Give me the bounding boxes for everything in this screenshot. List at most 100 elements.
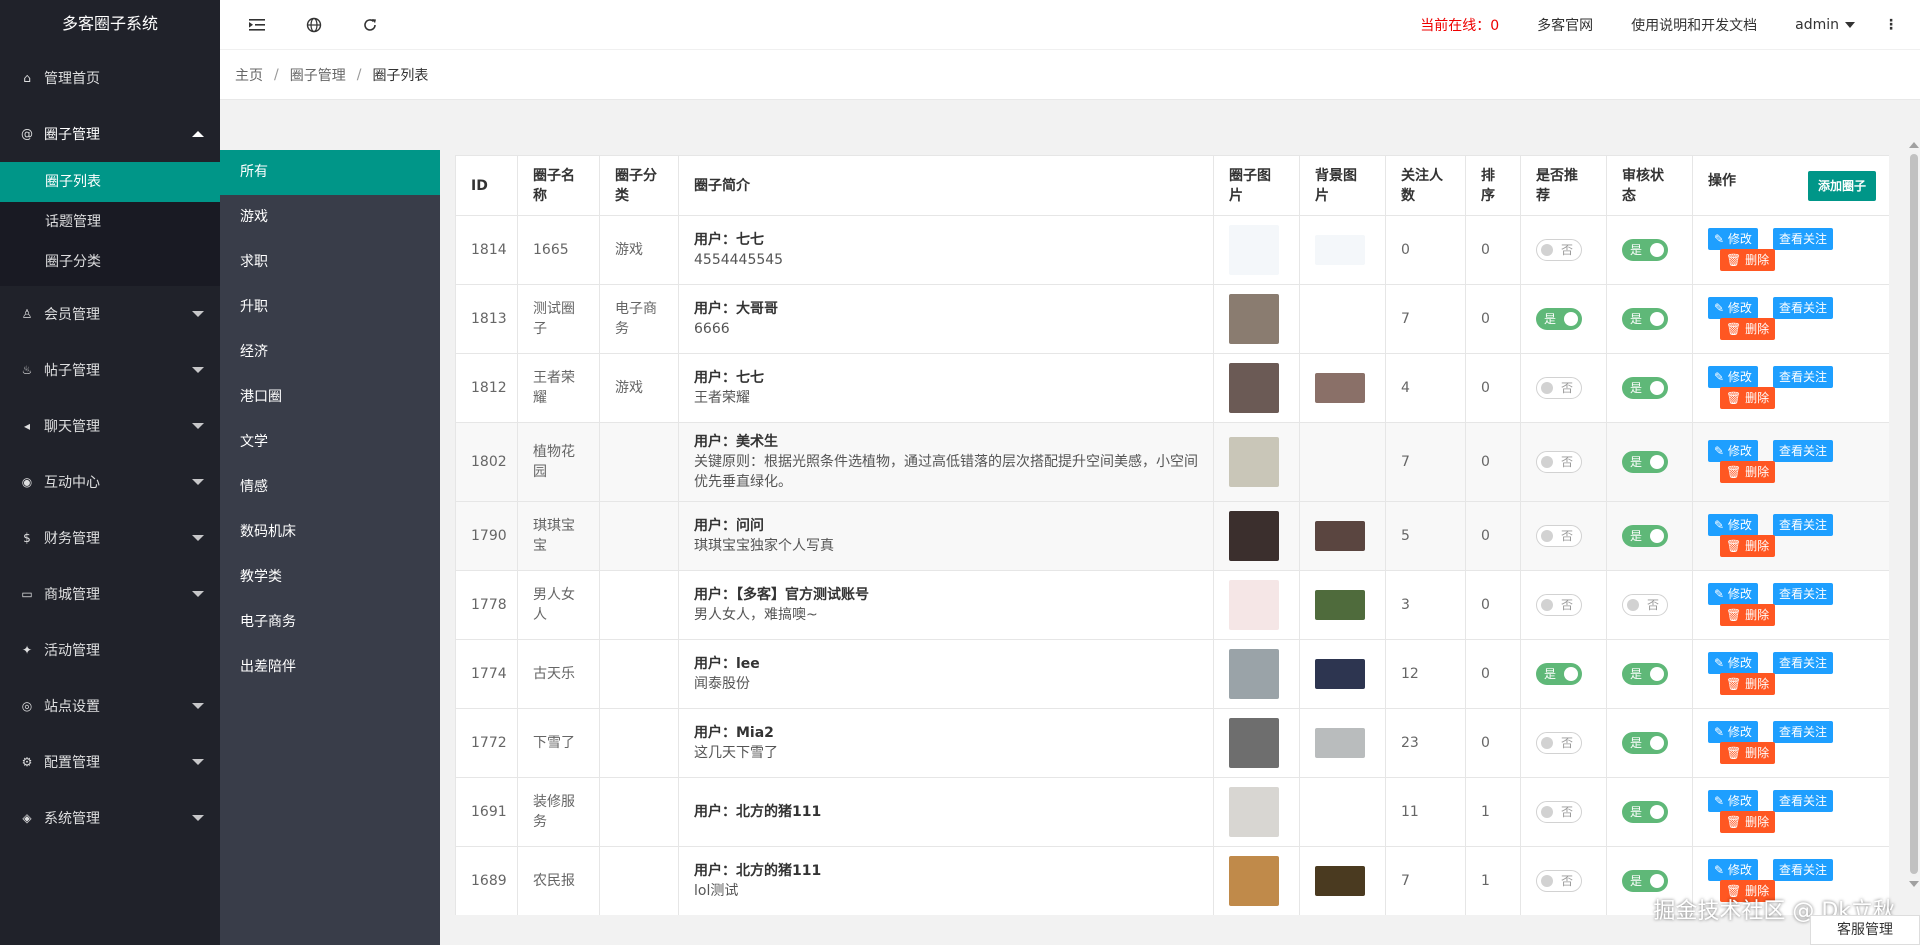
- delete-button[interactable]: 🗑 删除: [1720, 318, 1776, 340]
- background-image[interactable]: [1315, 590, 1365, 620]
- delete-button[interactable]: 🗑 删除: [1720, 387, 1776, 409]
- circle-image[interactable]: [1229, 787, 1279, 837]
- review-toggle[interactable]: 是: [1622, 377, 1668, 399]
- sidebar-item-8[interactable]: ✦ 活动管理: [0, 622, 220, 678]
- recommend-toggle[interactable]: 是: [1536, 663, 1582, 685]
- circle-image[interactable]: [1229, 580, 1279, 630]
- sidebar-item-5[interactable]: ◉ 互动中心: [0, 454, 220, 510]
- edit-button[interactable]: ✎ 修改: [1708, 228, 1758, 250]
- sidebar-item-4[interactable]: ◂ 聊天管理: [0, 398, 220, 454]
- review-toggle[interactable]: 是: [1622, 663, 1668, 685]
- edit-button[interactable]: ✎ 修改: [1708, 790, 1758, 812]
- vertical-scrollbar[interactable]: [1908, 142, 1919, 887]
- recommend-toggle[interactable]: 是: [1536, 308, 1582, 330]
- circle-image[interactable]: [1229, 856, 1279, 906]
- view-followers-button[interactable]: 查看关注: [1773, 859, 1834, 881]
- more-menu-icon[interactable]: ⋮: [1874, 17, 1920, 33]
- view-followers-button[interactable]: 查看关注: [1773, 514, 1834, 536]
- category-item[interactable]: 求职: [220, 240, 440, 285]
- category-item[interactable]: 教学类: [220, 555, 440, 600]
- background-image[interactable]: [1315, 866, 1365, 896]
- scroll-up-icon[interactable]: [1909, 142, 1919, 148]
- breadcrumb-circle-manage[interactable]: 圈子管理: [290, 65, 346, 85]
- recommend-toggle[interactable]: 否: [1536, 525, 1582, 547]
- edit-button[interactable]: ✎ 修改: [1708, 297, 1758, 319]
- sidebar-subitem-0[interactable]: 圈子列表: [0, 162, 220, 202]
- scroll-thumb[interactable]: [1910, 154, 1918, 874]
- sidebar-subitem-2[interactable]: 圈子分类: [0, 242, 220, 282]
- background-image[interactable]: [1315, 235, 1365, 265]
- recommend-toggle[interactable]: 否: [1536, 870, 1582, 892]
- review-toggle[interactable]: 是: [1622, 870, 1668, 892]
- sidebar-item-0[interactable]: ⌂ 管理首页: [0, 50, 220, 106]
- background-image[interactable]: [1315, 373, 1365, 403]
- breadcrumb-home[interactable]: 主页: [235, 65, 263, 85]
- edit-button[interactable]: ✎ 修改: [1708, 366, 1758, 388]
- edit-button[interactable]: ✎ 修改: [1708, 583, 1758, 605]
- review-toggle[interactable]: 是: [1622, 801, 1668, 823]
- delete-button[interactable]: 🗑 删除: [1720, 249, 1776, 271]
- review-toggle[interactable]: 是: [1622, 308, 1668, 330]
- circle-image[interactable]: [1229, 294, 1279, 344]
- recommend-toggle[interactable]: 否: [1536, 594, 1582, 616]
- sidebar-item-10[interactable]: ⚙ 配置管理: [0, 734, 220, 790]
- background-image[interactable]: [1315, 659, 1365, 689]
- edit-button[interactable]: ✎ 修改: [1708, 859, 1758, 881]
- sidebar-item-2[interactable]: ♙ 会员管理: [0, 286, 220, 342]
- view-followers-button[interactable]: 查看关注: [1773, 366, 1834, 388]
- view-followers-button[interactable]: 查看关注: [1773, 440, 1834, 462]
- circle-image[interactable]: [1229, 225, 1279, 275]
- delete-button[interactable]: 🗑 删除: [1720, 604, 1776, 626]
- docs-link[interactable]: 使用说明和开发文档: [1612, 15, 1776, 35]
- delete-button[interactable]: 🗑 删除: [1720, 742, 1776, 764]
- category-item[interactable]: 电子商务: [220, 600, 440, 645]
- background-image[interactable]: [1315, 521, 1365, 551]
- category-item[interactable]: 出差陪伴: [220, 645, 440, 690]
- official-site-link[interactable]: 多客官网: [1518, 15, 1612, 35]
- category-item[interactable]: 经济: [220, 330, 440, 375]
- view-followers-button[interactable]: 查看关注: [1773, 721, 1834, 743]
- user-menu[interactable]: admin: [1776, 17, 1874, 33]
- recommend-toggle[interactable]: 否: [1536, 239, 1582, 261]
- sidebar-item-6[interactable]: $ 财务管理: [0, 510, 220, 566]
- service-button[interactable]: 客服管理: [1810, 915, 1920, 945]
- view-followers-button[interactable]: 查看关注: [1773, 228, 1834, 250]
- category-item[interactable]: 数码机床: [220, 510, 440, 555]
- view-followers-button[interactable]: 查看关注: [1773, 790, 1834, 812]
- sidebar-item-3[interactable]: ♨ 帖子管理: [0, 342, 220, 398]
- sidebar-item-9[interactable]: ◎ 站点设置: [0, 678, 220, 734]
- refresh-icon[interactable]: [360, 15, 380, 35]
- edit-button[interactable]: ✎ 修改: [1708, 721, 1758, 743]
- review-toggle[interactable]: 是: [1622, 525, 1668, 547]
- view-followers-button[interactable]: 查看关注: [1773, 652, 1834, 674]
- category-item[interactable]: 游戏: [220, 195, 440, 240]
- delete-button[interactable]: 🗑 删除: [1720, 461, 1776, 483]
- category-item[interactable]: 文学: [220, 420, 440, 465]
- edit-button[interactable]: ✎ 修改: [1708, 514, 1758, 536]
- circle-image[interactable]: [1229, 511, 1279, 561]
- recommend-toggle[interactable]: 否: [1536, 377, 1582, 399]
- review-toggle[interactable]: 是: [1622, 451, 1668, 473]
- delete-button[interactable]: 🗑 删除: [1720, 811, 1776, 833]
- circle-image[interactable]: [1229, 363, 1279, 413]
- view-followers-button[interactable]: 查看关注: [1773, 583, 1834, 605]
- globe-icon[interactable]: [304, 15, 324, 35]
- delete-button[interactable]: 🗑 删除: [1720, 673, 1776, 695]
- review-toggle[interactable]: 否: [1622, 594, 1668, 616]
- sidebar-item-11[interactable]: ◈ 系统管理: [0, 790, 220, 846]
- sidebar-item-7[interactable]: ▭ 商城管理: [0, 566, 220, 622]
- circle-image[interactable]: [1229, 718, 1279, 768]
- recommend-toggle[interactable]: 否: [1536, 451, 1582, 473]
- category-item[interactable]: 情感: [220, 465, 440, 510]
- add-circle-button[interactable]: 添加圈子: [1807, 170, 1876, 201]
- circle-image[interactable]: [1229, 437, 1279, 487]
- edit-button[interactable]: ✎ 修改: [1708, 652, 1758, 674]
- edit-button[interactable]: ✎ 修改: [1708, 440, 1758, 462]
- category-item[interactable]: 升职: [220, 285, 440, 330]
- delete-button[interactable]: 🗑 删除: [1720, 535, 1776, 557]
- collapse-menu-icon[interactable]: [247, 15, 267, 35]
- review-toggle[interactable]: 是: [1622, 732, 1668, 754]
- recommend-toggle[interactable]: 否: [1536, 732, 1582, 754]
- recommend-toggle[interactable]: 否: [1536, 801, 1582, 823]
- circle-image[interactable]: [1229, 649, 1279, 699]
